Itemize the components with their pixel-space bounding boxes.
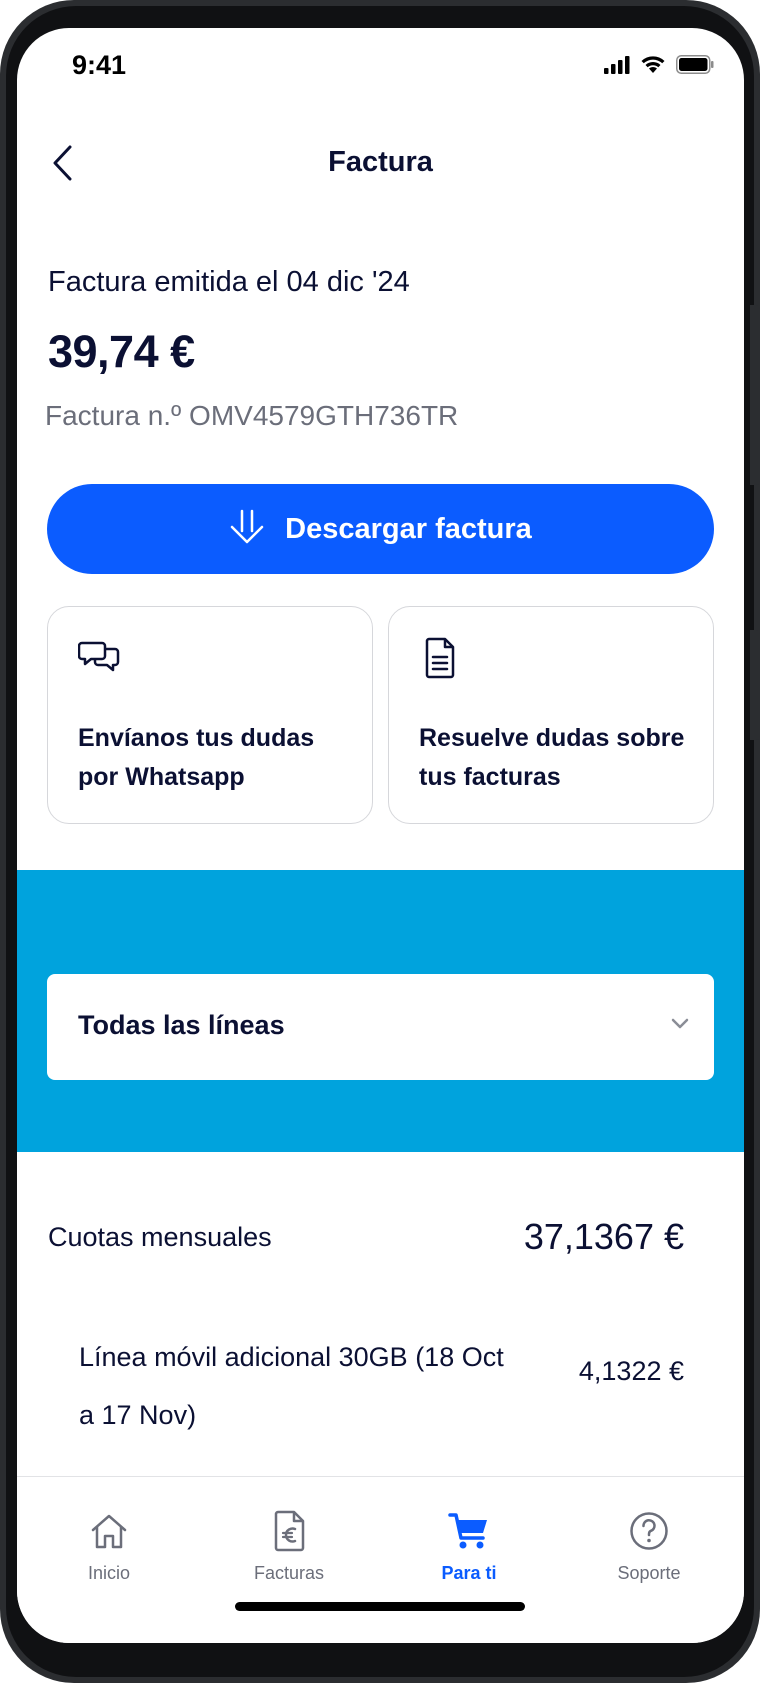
tab-para-ti-label: Para ti — [441, 1563, 497, 1583]
download-invoice-button[interactable]: Descargar factura — [47, 484, 714, 574]
document-icon — [419, 637, 461, 679]
tab-inicio-label: Inicio — [87, 1563, 131, 1583]
monthly-fees-label: Cuotas mensuales — [48, 1222, 272, 1252]
chat-bubbles-icon — [77, 637, 120, 679]
page-title: Factura — [328, 146, 433, 178]
tab-bar: Inicio Facturas Para ti Soporte — [17, 1476, 744, 1643]
whatsapp-help-card[interactable]: Envíanos tus dudas por Whatsapp — [47, 606, 373, 824]
device-frame: 9:41 Factura Factura emitida el 04 dic '… — [0, 0, 760, 1683]
invoice-number: Factura n.º OMV4579GTH736TR — [45, 400, 459, 431]
tab-facturas[interactable]: Facturas — [209, 1509, 369, 1584]
home-icon — [91, 1514, 127, 1549]
help-circle-icon — [630, 1512, 668, 1550]
tab-soporte[interactable]: Soporte — [569, 1509, 729, 1584]
line-filter-section: Todas las líneas — [17, 870, 744, 1152]
download-button-label: Descargar factura — [285, 512, 532, 545]
power-button — [750, 630, 760, 740]
line-item-amount: 4,1322 € — [578, 1356, 684, 1386]
status-icons — [604, 55, 714, 74]
battery-icon — [676, 55, 714, 74]
download-icon — [230, 509, 264, 544]
home-indicator — [235, 1602, 525, 1611]
cart-icon — [448, 1513, 487, 1549]
wifi-icon — [641, 56, 665, 73]
signal-icon — [604, 55, 630, 74]
volume-button — [750, 305, 760, 485]
screen: 9:41 Factura Factura emitida el 04 dic '… — [17, 28, 744, 1643]
line-item-name: Línea móvil adicional 30GB (18 Oct a 17 … — [79, 1342, 504, 1430]
tab-inicio[interactable]: Inicio — [29, 1509, 189, 1584]
whatsapp-help-text: Envíanos tus dudas por Whatsapp — [78, 724, 315, 791]
chevron-down-icon — [671, 1018, 689, 1029]
invoice-amount: 39,74 € — [48, 326, 195, 377]
tab-para-ti[interactable]: Para ti — [389, 1509, 549, 1584]
line-item: Línea móvil adicional 30GB (18 Oct a 17 … — [17, 1288, 744, 1458]
invoice-help-text: Resuelve dudas sobre tus facturas — [419, 724, 685, 791]
tab-facturas-label: Facturas — [253, 1563, 325, 1583]
status-time: 9:41 — [72, 50, 127, 80]
invoice-help-card[interactable]: Resuelve dudas sobre tus facturas — [388, 606, 714, 824]
status-bar: 9:41 — [17, 28, 744, 108]
line-select-dropdown[interactable]: Todas las líneas — [47, 974, 714, 1080]
line-select-value: Todas las líneas — [78, 1010, 285, 1040]
header: Factura — [17, 128, 744, 198]
invoice-issued-date: Factura emitida el 04 dic '24 — [48, 266, 410, 298]
invoice-euro-icon — [274, 1510, 305, 1552]
monthly-fees-amount: 37,1367 € — [523, 1216, 684, 1257]
tab-soporte-label: Soporte — [617, 1563, 681, 1583]
